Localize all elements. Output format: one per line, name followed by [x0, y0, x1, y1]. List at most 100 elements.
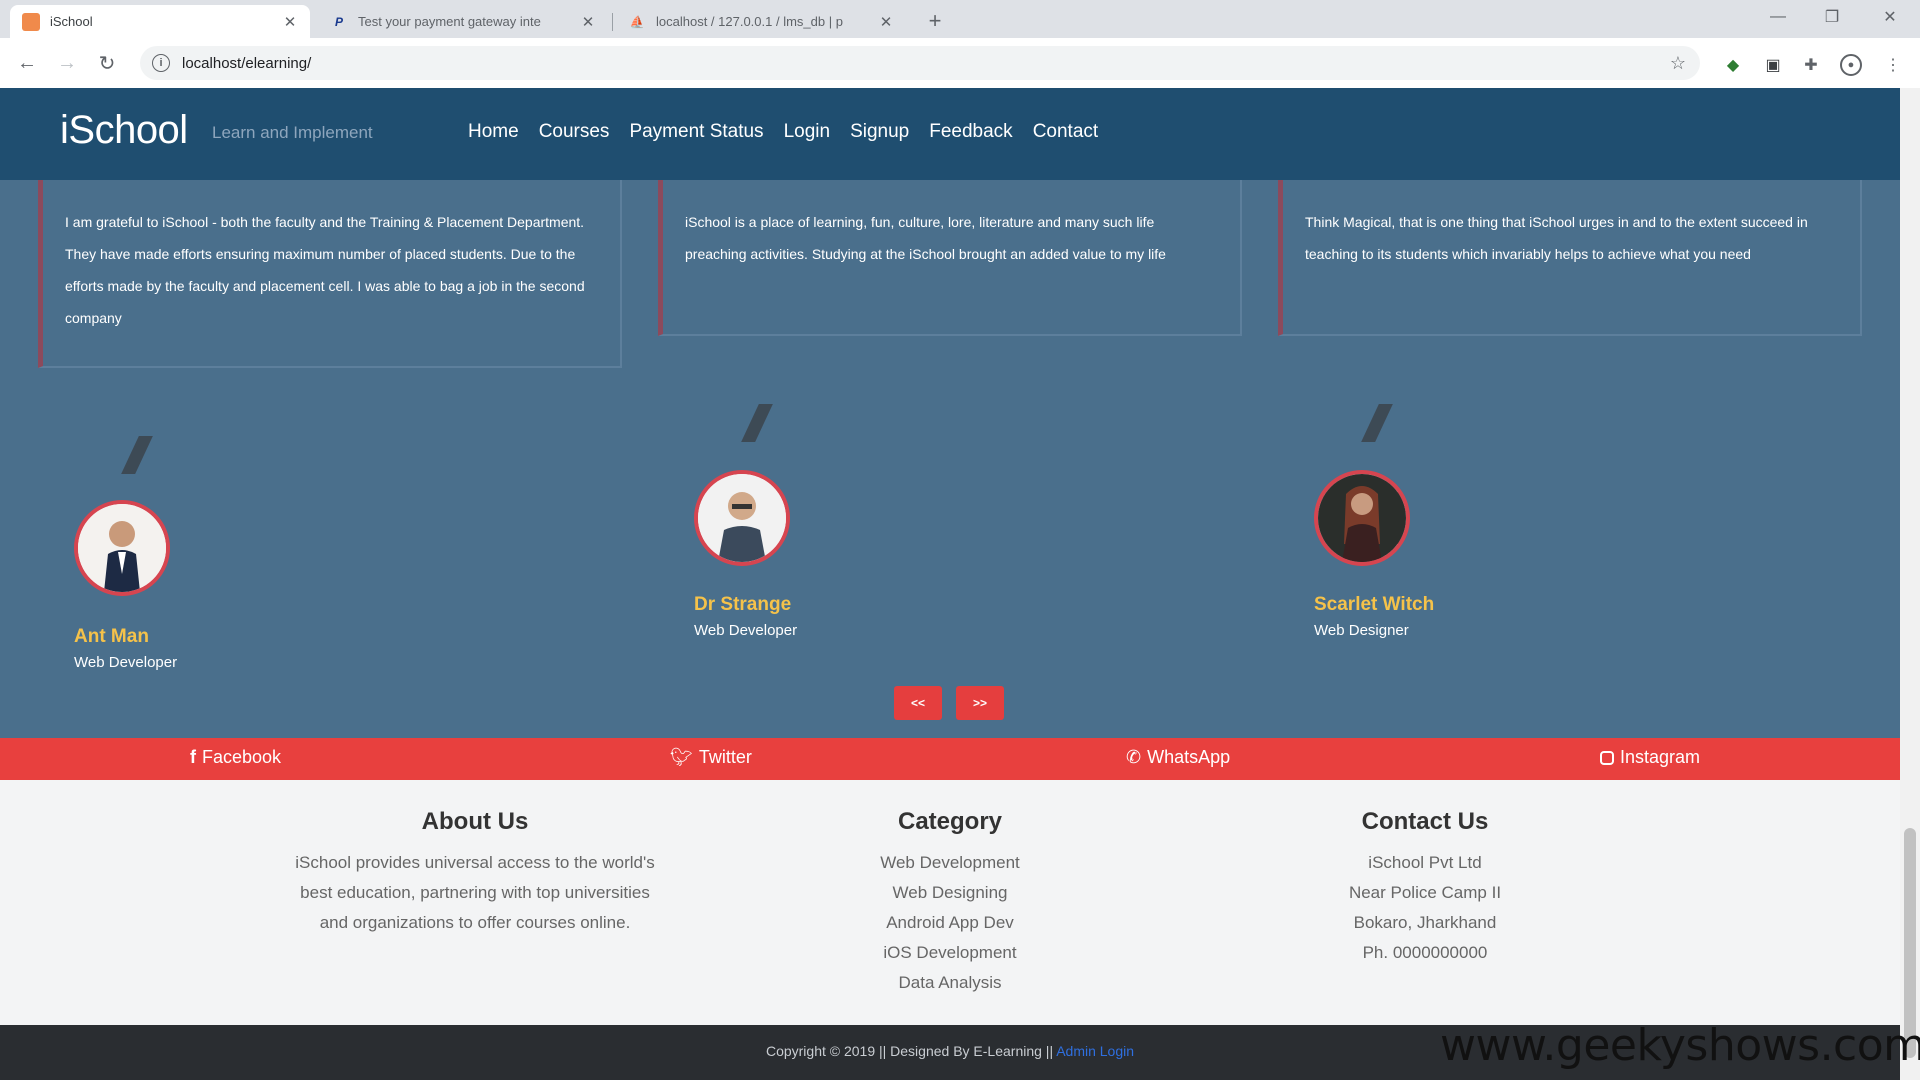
carousel-prev-button[interactable]: << — [894, 686, 942, 720]
testimonial-name: Dr Strange — [694, 594, 792, 615]
testimonial-name: Scarlet Witch — [1314, 594, 1435, 615]
address-bar[interactable]: i localhost/elearning/ ☆ — [140, 46, 1700, 80]
watermark-text: www.geekyshows.com — [1440, 1020, 1920, 1071]
restore-icon[interactable]: ❐ — [1806, 0, 1858, 34]
footer-text: iSchool Pvt Ltd — [1368, 853, 1482, 872]
social-label: Instagram — [1620, 747, 1701, 767]
avatar-ant-man — [74, 500, 170, 596]
testimonial-card: Think Magical, that is one thing that iS… — [1278, 180, 1862, 336]
tab-payment[interactable]: P Test your payment gateway inte ✕ — [318, 5, 608, 38]
site-tagline: Learn and Implement — [212, 123, 373, 142]
footer-text: Ph. 0000000000 — [1362, 943, 1488, 962]
social-instagram[interactable]: Instagram — [1600, 747, 1700, 768]
main-menu: Home Courses Payment Status Login Signup… — [468, 121, 1098, 143]
profile-avatar-icon[interactable]: ● — [1840, 54, 1862, 76]
testimonial-quote: iSchool is a place of learning, fun, cul… — [685, 214, 1166, 262]
browser-toolbar: ← → ↻ i localhost/elearning/ ☆ ◆ ▣ ✚ ● ⋮ — [0, 38, 1920, 89]
testimonial-quote: I am grateful to iSchool - both the facu… — [65, 214, 585, 326]
footer-heading: Contact Us — [1361, 808, 1489, 835]
phpmyadmin-icon: ⛵ — [629, 14, 645, 29]
social-bar: f Facebook 🐦︎ Twitter ✆ WhatsApp Instagr… — [0, 738, 1900, 780]
bookmark-star-icon[interactable]: ☆ — [1670, 53, 1686, 74]
footer-text: best education, partnering with top univ… — [300, 883, 650, 902]
minimize-icon[interactable]: — — [1752, 0, 1804, 34]
category-link[interactable]: Web Designing — [720, 878, 1180, 908]
footer-text: iSchool provides universal access to the… — [295, 853, 655, 872]
admin-login-link[interactable]: Admin Login — [1056, 1043, 1134, 1059]
category-link[interactable]: iOS Development — [720, 938, 1180, 968]
avatar-scarlet-witch — [1314, 470, 1410, 566]
nav-login[interactable]: Login — [784, 121, 831, 143]
extension-leaf-icon[interactable]: ◆ — [1722, 54, 1744, 76]
tab-title: Test your payment gateway inte — [358, 14, 541, 29]
url-text[interactable]: localhost/elearning/ — [182, 55, 1670, 72]
tab-divider — [612, 13, 613, 31]
tab-ischool[interactable]: iSchool ✕ — [10, 5, 310, 38]
orange-square-icon — [22, 12, 40, 31]
quote-pointer — [121, 436, 153, 474]
close-icon[interactable]: ✕ — [580, 13, 596, 31]
browser-menu-icon[interactable]: ⋮ — [1882, 54, 1904, 76]
social-label: Twitter — [698, 747, 752, 767]
footer-heading: Category — [897, 808, 1003, 835]
extension-badge-icon[interactable]: ▣ — [1762, 54, 1784, 76]
footer-heading: About Us — [421, 808, 529, 835]
testimonial-name: Ant Man — [74, 626, 149, 647]
social-twitter[interactable]: 🐦︎ Twitter — [670, 747, 752, 768]
quote-pointer — [1361, 404, 1393, 442]
testimonial-role: Web Developer — [74, 654, 178, 671]
site-navbar: iSchool Learn and Implement Home Courses… — [0, 88, 1900, 180]
nav-courses[interactable]: Courses — [539, 121, 610, 143]
footer-text: and organizations to offer courses onlin… — [319, 913, 631, 932]
close-icon[interactable]: ✕ — [878, 13, 894, 31]
nav-signup[interactable]: Signup — [850, 121, 909, 143]
footer-contact: Contact Us iSchool Pvt Ltd Near Police C… — [1195, 808, 1655, 968]
forward-icon[interactable]: → — [52, 48, 82, 78]
footer-category: Category Web Development Web Designing A… — [720, 808, 1180, 998]
new-tab-icon[interactable]: + — [920, 6, 950, 36]
nav-contact[interactable]: Contact — [1033, 121, 1098, 143]
category-link[interactable]: Android App Dev — [720, 908, 1180, 938]
extensions-puzzle-icon[interactable]: ✚ — [1800, 54, 1822, 76]
testimonial-quote: Think Magical, that is one thing that iS… — [1305, 214, 1808, 262]
tab-phpmyadmin[interactable]: ⛵ localhost / 127.0.0.1 / lms_db | p ✕ — [616, 5, 906, 38]
web-page: iSchool Learn and Implement Home Courses… — [0, 88, 1900, 1080]
nav-payment-status[interactable]: Payment Status — [629, 121, 763, 143]
testimonial-card: iSchool is a place of learning, fun, cul… — [658, 180, 1242, 336]
social-label: WhatsApp — [1147, 747, 1231, 767]
copyright-label: Copyright © 2019 || Designed By E-Learni… — [765, 1043, 1057, 1059]
quote-pointer — [741, 404, 773, 442]
footer-text: Near Police Camp II — [1348, 883, 1502, 902]
close-icon[interactable]: ✕ — [282, 13, 298, 31]
facebook-icon: f — [190, 747, 196, 767]
site-brand[interactable]: iSchool — [60, 108, 188, 153]
nav-home[interactable]: Home — [468, 121, 519, 143]
testimonials-section: I am grateful to iSchool - both the facu… — [0, 180, 1900, 738]
info-icon[interactable]: i — [152, 54, 170, 72]
nav-feedback[interactable]: Feedback — [929, 121, 1012, 143]
paytm-icon: P — [334, 14, 343, 29]
tab-title: localhost / 127.0.0.1 / lms_db | p — [656, 14, 843, 29]
back-icon[interactable]: ← — [12, 48, 42, 78]
instagram-icon — [1600, 750, 1614, 765]
tab-title: iSchool — [50, 14, 93, 29]
close-window-icon[interactable]: ✕ — [1864, 0, 1916, 34]
testimonial-role: Web Designer — [1314, 622, 1409, 639]
avatar-dr-strange — [694, 470, 790, 566]
testimonial-card: I am grateful to iSchool - both the facu… — [38, 180, 622, 368]
carousel-next-button[interactable]: >> — [956, 686, 1004, 720]
category-link[interactable]: Web Development — [720, 848, 1180, 878]
social-whatsapp[interactable]: ✆ WhatsApp — [1126, 747, 1230, 768]
browser-tabstrip: iSchool ✕ P Test your payment gateway in… — [0, 0, 1920, 38]
page-scrollbar[interactable] — [1900, 88, 1920, 1080]
whatsapp-icon: ✆ — [1126, 747, 1142, 767]
footer-text: Bokaro, Jharkhand — [1353, 913, 1497, 932]
site-footer: About Us iSchool provides universal acce… — [0, 780, 1900, 1025]
twitter-icon: 🐦︎ — [670, 747, 693, 767]
category-link[interactable]: Data Analysis — [720, 968, 1180, 998]
testimonial-role: Web Developer — [694, 622, 798, 639]
social-facebook[interactable]: f Facebook — [190, 747, 281, 768]
social-label: Facebook — [202, 747, 282, 767]
footer-about: About Us iSchool provides universal acce… — [245, 808, 705, 938]
reload-icon[interactable]: ↻ — [92, 48, 122, 78]
